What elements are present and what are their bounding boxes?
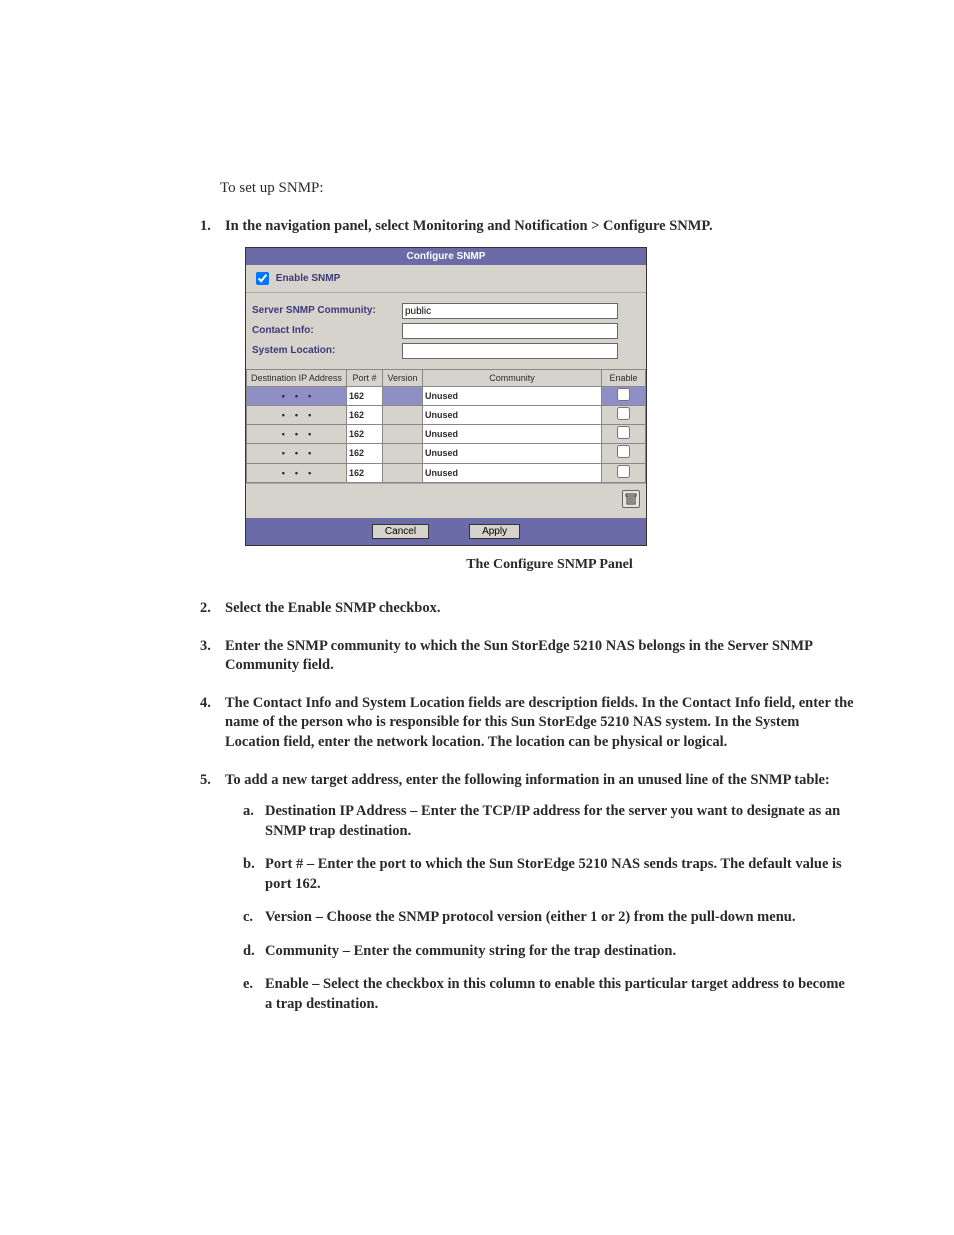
enable-snmp-text: Enable SNMP: [276, 273, 340, 284]
substep-e-marker: e.: [243, 975, 253, 995]
community-cell[interactable]: Unused: [423, 406, 602, 425]
ip-cell[interactable]: • • •: [247, 444, 347, 463]
apply-button[interactable]: Apply: [469, 524, 520, 539]
community-cell[interactable]: Unused: [423, 387, 602, 406]
ip-cell[interactable]: • • •: [247, 406, 347, 425]
table-row[interactable]: • • • 162 Unused: [247, 444, 646, 463]
ip-cell[interactable]: • • •: [247, 463, 347, 482]
th-port: Port #: [347, 370, 383, 387]
port-cell[interactable]: 162: [347, 425, 383, 444]
substep-c-marker: c.: [243, 908, 253, 928]
figure-caption: The Configure SNMP Panel: [245, 556, 854, 575]
step-2-text: Select the Enable SNMP checkbox.: [225, 600, 440, 616]
row-enable-checkbox[interactable]: [617, 426, 630, 439]
step-1-text: In the navigation panel, select Monitori…: [225, 218, 713, 234]
port-cell[interactable]: 162: [347, 406, 383, 425]
cancel-button[interactable]: Cancel: [372, 524, 429, 539]
step-3-text: Enter the SNMP community to which the Su…: [225, 638, 812, 674]
trash-icon: [624, 492, 638, 506]
row-enable-checkbox[interactable]: [617, 445, 630, 458]
port-cell[interactable]: 162: [347, 387, 383, 406]
row-enable-checkbox[interactable]: [617, 388, 630, 401]
substep-a-text: Destination IP Address – Enter the TCP/I…: [265, 803, 840, 839]
port-cell[interactable]: 162: [347, 463, 383, 482]
enable-snmp-label: Enable SNMP: [252, 273, 340, 284]
enable-cell: [602, 444, 646, 463]
step-2: Select the Enable SNMP checkbox.: [200, 599, 854, 619]
configure-snmp-panel: Configure SNMP Enable SNMP Server SNMP C…: [245, 247, 647, 547]
community-cell[interactable]: Unused: [423, 463, 602, 482]
substep-b-text: Port # – Enter the port to which the Sun…: [265, 856, 842, 892]
substep-e: e. Enable – Select the checkbox in this c…: [243, 975, 854, 1014]
version-cell[interactable]: [383, 425, 423, 444]
port-cell[interactable]: 162: [347, 444, 383, 463]
version-cell[interactable]: [383, 387, 423, 406]
substep-a-marker: a.: [243, 802, 254, 822]
table-row[interactable]: • • • 162 Unused: [247, 387, 646, 406]
step-4: The Contact Info and System Location fie…: [200, 694, 854, 753]
delete-button[interactable]: [622, 490, 640, 508]
system-location-input[interactable]: [402, 343, 618, 359]
th-ip: Destination IP Address: [247, 370, 347, 387]
step-3: Enter the SNMP community to which the Su…: [200, 637, 854, 676]
contact-info-input[interactable]: [402, 323, 618, 339]
server-community-label: Server SNMP Community:: [252, 304, 402, 318]
substep-d: d. Community – Enter the community string…: [243, 942, 854, 962]
version-cell[interactable]: [383, 406, 423, 425]
version-cell[interactable]: [383, 463, 423, 482]
step-5-text: To add a new target address, enter the f…: [225, 772, 830, 788]
row-enable-checkbox[interactable]: [617, 465, 630, 478]
substep-e-text: Enable – Select the checkbox in this col…: [265, 976, 845, 1012]
community-cell[interactable]: Unused: [423, 444, 602, 463]
enable-cell: [602, 425, 646, 444]
ip-cell[interactable]: • • •: [247, 387, 347, 406]
enable-cell: [602, 463, 646, 482]
intro-text: To set up SNMP:: [220, 180, 854, 197]
substep-c: c. Version – Choose the SNMP protocol ver…: [243, 908, 854, 928]
system-location-label: System Location:: [252, 344, 402, 358]
contact-info-label: Contact Info:: [252, 324, 402, 338]
enable-cell: [602, 387, 646, 406]
panel-title: Configure SNMP: [246, 248, 646, 266]
th-version: Version: [383, 370, 423, 387]
substep-b: b. Port # – Enter the port to which the S…: [243, 855, 854, 894]
row-enable-checkbox[interactable]: [617, 407, 630, 420]
substep-d-marker: d.: [243, 942, 255, 962]
step-4-text: The Contact Info and System Location fie…: [225, 695, 854, 750]
version-cell[interactable]: [383, 444, 423, 463]
snmp-table: Destination IP Address Port # Version Co…: [246, 369, 646, 483]
substep-a: a. Destination IP Address – Enter the TCP…: [243, 802, 854, 841]
th-community: Community: [423, 370, 602, 387]
step-5: To add a new target address, enter the f…: [200, 771, 854, 1015]
th-enable: Enable: [602, 370, 646, 387]
enable-cell: [602, 406, 646, 425]
substep-c-text: Version – Choose the SNMP protocol versi…: [265, 909, 795, 925]
table-row[interactable]: • • • 162 Unused: [247, 463, 646, 482]
community-cell[interactable]: Unused: [423, 425, 602, 444]
enable-snmp-checkbox[interactable]: [256, 272, 269, 285]
table-row[interactable]: • • • 162 Unused: [247, 406, 646, 425]
substep-d-text: Community – Enter the community string f…: [265, 943, 676, 959]
ip-cell[interactable]: • • •: [247, 425, 347, 444]
table-row[interactable]: • • • 162 Unused: [247, 425, 646, 444]
step-1: In the navigation panel, select Monitori…: [200, 217, 854, 575]
substep-b-marker: b.: [243, 855, 255, 875]
server-community-input[interactable]: [402, 303, 618, 319]
